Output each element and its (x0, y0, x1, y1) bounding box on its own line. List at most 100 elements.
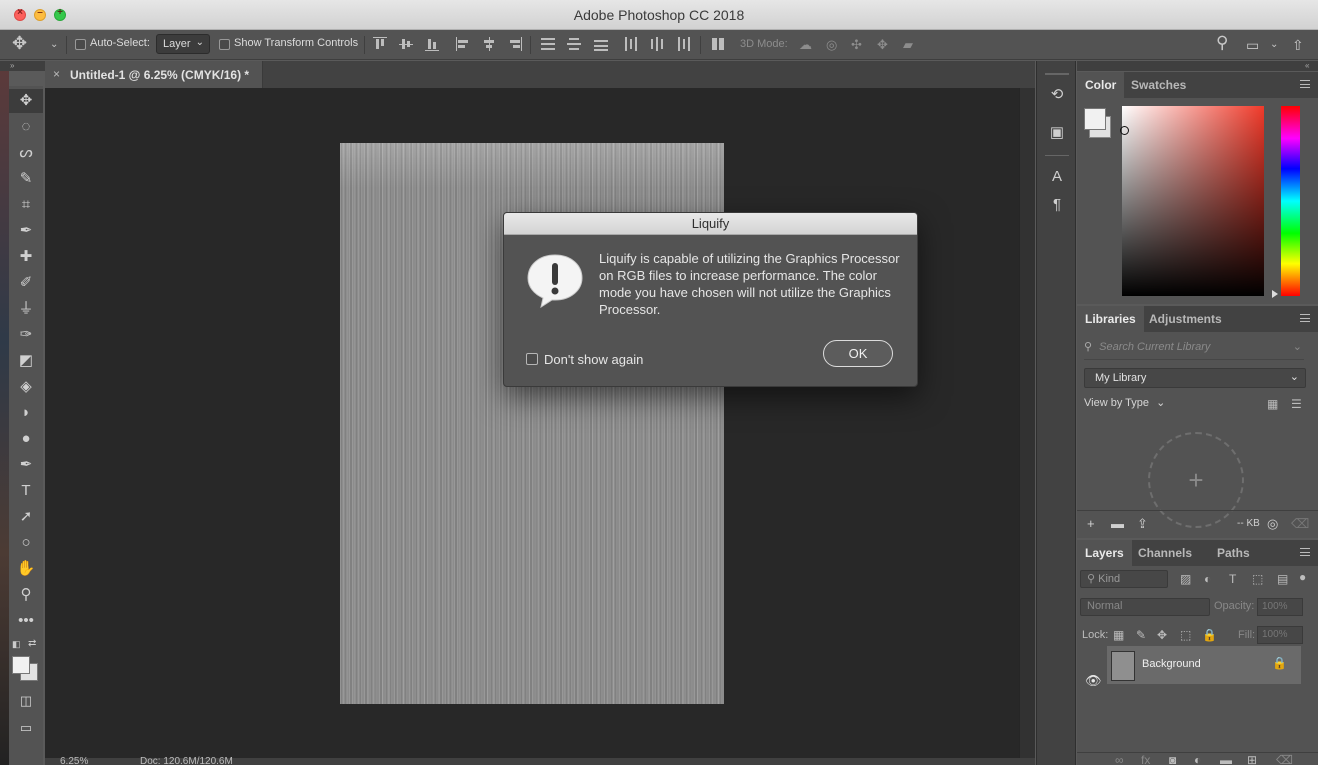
ok-button[interactable]: OK (823, 340, 893, 367)
zoom-level[interactable]: 6.25% (60, 756, 88, 765)
view-by-dropdown[interactable]: View by Type ⌄ (1084, 396, 1165, 409)
3d-scale-icon[interactable]: ▰ (903, 37, 913, 53)
ellipse-tool-icon[interactable]: ○ (9, 531, 43, 555)
pen-tool-icon[interactable]: ✒ (9, 453, 43, 477)
screen-mode-icon[interactable]: ▭ (9, 716, 43, 740)
tab-channels[interactable]: Channels (1130, 540, 1200, 566)
right-panels-collapse-strip[interactable]: « (1077, 61, 1318, 71)
vertical-scrollbar[interactable] (1019, 88, 1035, 758)
dont-show-again-checkbox[interactable] (526, 353, 538, 365)
share-icon[interactable]: ⇧ (1292, 37, 1304, 53)
upload-icon[interactable]: ⇪ (1137, 516, 1148, 532)
panel-grip[interactable] (1045, 73, 1069, 75)
workspace-chevron-icon[interactable]: ⌄ (1270, 37, 1278, 53)
tab-libraries[interactable]: Libraries (1077, 306, 1144, 332)
new-adjustment-icon[interactable]: ◐ (1194, 753, 1201, 765)
filter-pixel-icon[interactable]: ▨ (1180, 572, 1191, 586)
paragraph-panel-icon[interactable]: ¶ (1047, 195, 1067, 215)
tab-color[interactable]: Color (1077, 72, 1125, 98)
auto-select-target-dropdown[interactable]: Layer ⌄ (156, 34, 210, 54)
align-right-icon[interactable] (508, 37, 522, 51)
hand-tool-icon[interactable]: ✋ (9, 557, 43, 581)
zoom-tool-icon[interactable]: ⚲ (9, 583, 43, 607)
color-picker-cursor[interactable] (1120, 126, 1129, 135)
distribute-top-icon[interactable] (541, 37, 555, 51)
edit-toolbar-icon[interactable]: ••• (9, 609, 43, 633)
clone-stamp-tool-icon[interactable]: ⏚ (9, 297, 43, 321)
hue-slider[interactable] (1281, 106, 1300, 296)
library-search-field[interactable]: ⚲ Search Current Library ⌄ (1084, 340, 1304, 360)
close-tab-icon[interactable]: × (53, 67, 60, 81)
layer-filter-kind[interactable]: ⚲ Kind (1080, 570, 1168, 588)
tab-adjustments[interactable]: Adjustments (1141, 306, 1230, 332)
filter-shape-icon[interactable]: ⬚ (1252, 572, 1263, 586)
character-panel-icon[interactable]: A (1047, 167, 1067, 187)
blur-tool-icon[interactable]: ◗ (9, 401, 43, 425)
lock-image-icon[interactable]: ✎ (1136, 628, 1146, 642)
marquee-tool-icon[interactable]: ◌ (9, 115, 43, 139)
3d-roll-icon[interactable]: ◎ (826, 37, 837, 53)
crop-tool-icon[interactable]: ⌗ (9, 193, 43, 217)
folder-icon[interactable]: ▬ (1111, 516, 1124, 531)
search-icon[interactable]: ⚲ (1216, 34, 1228, 51)
toolbar-collapse-strip[interactable]: » (0, 61, 45, 71)
layer-row[interactable]: Background 🔒 (1107, 646, 1301, 684)
lasso-tool-icon[interactable]: ᔕ (9, 141, 43, 165)
fill-field[interactable]: 100% (1257, 626, 1303, 644)
tab-paths[interactable]: Paths (1209, 540, 1258, 566)
auto-align-layers-icon[interactable] (711, 37, 725, 51)
library-select[interactable]: My Library ⌄ (1084, 368, 1306, 388)
link-layers-icon[interactable]: ∞ (1115, 753, 1124, 765)
quick-mask-icon[interactable]: ◫ (9, 689, 43, 713)
document-tab[interactable]: × Untitled-1 @ 6.25% (CMYK/16) * (45, 61, 263, 88)
path-selection-tool-icon[interactable]: ➚ (9, 505, 43, 529)
blend-mode-select[interactable]: Normal (1080, 598, 1210, 616)
color-picker-field[interactable] (1120, 106, 1264, 296)
lock-artboard-icon[interactable]: ⬚ (1180, 628, 1191, 642)
distribute-left-icon[interactable] (624, 37, 638, 51)
grid-view-icon[interactable]: ▦ (1267, 397, 1278, 411)
move-tool-icon[interactable]: ✥ (9, 89, 43, 113)
distribute-bottom-icon[interactable] (594, 37, 608, 51)
filter-adjustment-icon[interactable]: ◐ (1204, 572, 1211, 586)
align-top-icon[interactable] (373, 37, 387, 51)
quick-selection-tool-icon[interactable]: ✎ (9, 167, 43, 191)
eraser-tool-icon[interactable]: ◩ (9, 349, 43, 373)
eyedropper-tool-icon[interactable]: ✒ (9, 219, 43, 243)
lock-all-icon[interactable]: 🔒 (1202, 628, 1217, 642)
tool-preset-chevron-icon[interactable]: ⌄ (50, 37, 58, 53)
3d-slide-icon[interactable]: ✥ (877, 37, 888, 53)
lock-transparent-icon[interactable]: ▦ (1113, 628, 1124, 642)
3d-orbit-icon[interactable]: ☁ (799, 37, 812, 53)
list-view-icon[interactable]: ☰ (1291, 397, 1302, 411)
eye-icon[interactable]: 👁 (1085, 673, 1102, 689)
align-horizontal-center-icon[interactable] (482, 37, 496, 51)
default-colors-icon[interactable]: ◧ (12, 639, 21, 650)
distribute-horizontal-center-icon[interactable] (650, 37, 664, 51)
foreground-color-swatch[interactable] (12, 656, 30, 674)
brush-tool-icon[interactable]: ✐ (9, 271, 43, 295)
align-vertical-center-icon[interactable] (399, 37, 413, 51)
align-left-icon[interactable] (456, 37, 470, 51)
history-brush-tool-icon[interactable]: ✑ (9, 323, 43, 347)
panel-menu-icon[interactable] (1300, 548, 1310, 556)
filter-toggle-icon[interactable]: ● (1299, 570, 1306, 584)
type-tool-icon[interactable]: T (9, 479, 43, 503)
dodge-tool-icon[interactable]: ● (9, 427, 43, 451)
add-content-icon[interactable]: + (1087, 516, 1095, 531)
move-tool-icon[interactable]: ✥ (12, 34, 27, 52)
3d-pan-icon[interactable]: ✣ (851, 37, 862, 53)
filter-smart-object-icon[interactable]: ▤ (1277, 572, 1288, 586)
align-bottom-icon[interactable] (425, 37, 439, 51)
show-transform-checkbox[interactable] (219, 39, 230, 50)
new-layer-icon[interactable]: ⊞ (1247, 753, 1257, 765)
delete-layer-icon[interactable]: ⌫ (1276, 753, 1293, 765)
new-group-icon[interactable]: ▬ (1220, 753, 1232, 765)
hue-slider-marker[interactable] (1272, 290, 1278, 298)
panel-menu-icon[interactable] (1300, 80, 1310, 88)
distribute-vertical-center-icon[interactable] (567, 37, 581, 51)
tab-swatches[interactable]: Swatches (1123, 72, 1194, 98)
opacity-field[interactable]: 100% (1257, 598, 1303, 616)
tab-layers[interactable]: Layers (1077, 540, 1132, 566)
lock-position-icon[interactable]: ✥ (1157, 628, 1167, 642)
